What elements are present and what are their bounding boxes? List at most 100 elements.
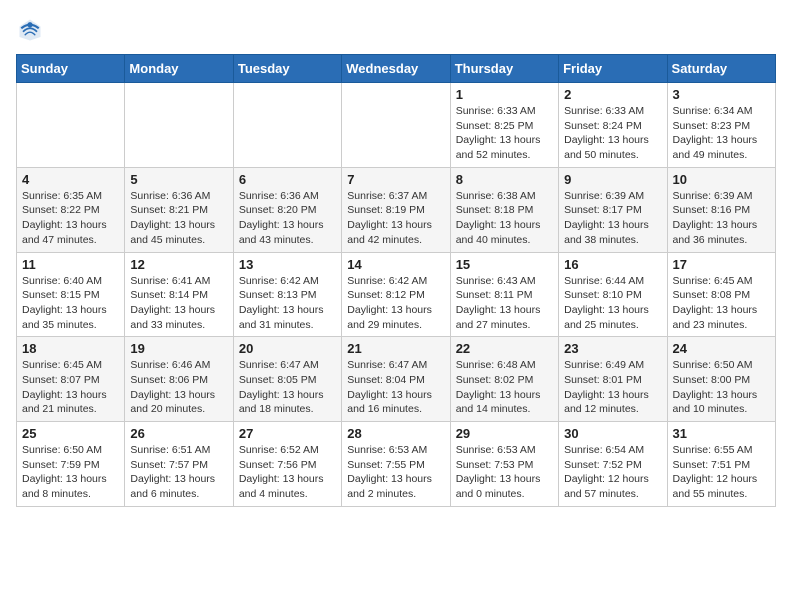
calendar-cell: 3 Sunrise: 6:34 AM Sunset: 8:23 PM Daylig… [667,83,775,168]
calendar-body: 1 Sunrise: 6:33 AM Sunset: 8:25 PM Daylig… [17,83,776,507]
calendar-cell: 10Sunrise: 6:39 AM Sunset: 8:16 PM Dayli… [667,167,775,252]
page-header [16,16,776,44]
calendar-cell: 15Sunrise: 6:43 AM Sunset: 8:11 PM Dayli… [450,252,558,337]
calendar-cell: 18Sunrise: 6:45 AM Sunset: 8:07 PM Dayli… [17,337,125,422]
day-detail: Sunrise: 6:33 AM Sunset: 8:24 PM Dayligh… [564,104,661,163]
day-detail: Sunrise: 6:42 AM Sunset: 8:12 PM Dayligh… [347,274,444,333]
day-number: 24 [673,341,770,356]
calendar-cell: 16 Sunrise: 6:44 AM Sunset: 8:10 PM Dayli… [559,252,667,337]
day-number: 5 [130,172,227,187]
calendar-cell: 28 Sunrise: 6:53 AM Sunset: 7:55 PM Dayli… [342,422,450,507]
calendar-cell: 14 Sunrise: 6:42 AM Sunset: 8:12 PM Dayli… [342,252,450,337]
day-number: 23 [564,341,661,356]
day-detail: Sunrise: 6:52 AM Sunset: 7:56 PM Dayligh… [239,443,336,502]
weekday-row: SundayMondayTuesdayWednesdayThursdayFrid… [17,55,776,83]
day-detail: Sunrise: 6:36 AM Sunset: 8:21 PM Dayligh… [130,189,227,248]
calendar-cell: 2 Sunrise: 6:33 AM Sunset: 8:24 PM Daylig… [559,83,667,168]
day-detail: Sunrise: 6:55 AM Sunset: 7:51 PM Dayligh… [673,443,770,502]
day-detail: Sunrise: 6:48 AM Sunset: 8:02 PM Dayligh… [456,358,553,417]
day-number: 10 [673,172,770,187]
calendar-week-1: 1 Sunrise: 6:33 AM Sunset: 8:25 PM Daylig… [17,83,776,168]
day-number: 9 [564,172,661,187]
day-detail: Sunrise: 6:39 AM Sunset: 8:17 PM Dayligh… [564,189,661,248]
day-number: 20 [239,341,336,356]
calendar-cell: 11 Sunrise: 6:40 AM Sunset: 8:15 PM Dayli… [17,252,125,337]
weekday-header-monday: Monday [125,55,233,83]
weekday-header-tuesday: Tuesday [233,55,341,83]
calendar-cell: 22 Sunrise: 6:48 AM Sunset: 8:02 PM Dayli… [450,337,558,422]
day-number: 21 [347,341,444,356]
calendar-header: SundayMondayTuesdayWednesdayThursdayFrid… [17,55,776,83]
calendar-cell [342,83,450,168]
day-number: 13 [239,257,336,272]
day-number: 12 [130,257,227,272]
calendar-cell: 23Sunrise: 6:49 AM Sunset: 8:01 PM Dayli… [559,337,667,422]
logo [16,16,48,44]
day-detail: Sunrise: 6:44 AM Sunset: 8:10 PM Dayligh… [564,274,661,333]
calendar-cell: 7Sunrise: 6:37 AM Sunset: 8:19 PM Daylig… [342,167,450,252]
day-number: 19 [130,341,227,356]
calendar-cell: 19Sunrise: 6:46 AM Sunset: 8:06 PM Dayli… [125,337,233,422]
day-detail: Sunrise: 6:50 AM Sunset: 8:00 PM Dayligh… [673,358,770,417]
day-number: 15 [456,257,553,272]
day-detail: Sunrise: 6:53 AM Sunset: 7:55 PM Dayligh… [347,443,444,502]
day-number: 2 [564,87,661,102]
day-number: 4 [22,172,119,187]
day-number: 8 [456,172,553,187]
day-number: 14 [347,257,444,272]
calendar-cell: 29 Sunrise: 6:53 AM Sunset: 7:53 PM Dayli… [450,422,558,507]
day-detail: Sunrise: 6:53 AM Sunset: 7:53 PM Dayligh… [456,443,553,502]
day-detail: Sunrise: 6:50 AM Sunset: 7:59 PM Dayligh… [22,443,119,502]
calendar-cell: 8 Sunrise: 6:38 AM Sunset: 8:18 PM Daylig… [450,167,558,252]
calendar-cell: 12 Sunrise: 6:41 AM Sunset: 8:14 PM Dayli… [125,252,233,337]
day-detail: Sunrise: 6:54 AM Sunset: 7:52 PM Dayligh… [564,443,661,502]
calendar-cell: 1 Sunrise: 6:33 AM Sunset: 8:25 PM Daylig… [450,83,558,168]
calendar-cell [125,83,233,168]
day-number: 17 [673,257,770,272]
day-number: 22 [456,341,553,356]
calendar-cell: 6 Sunrise: 6:36 AM Sunset: 8:20 PM Daylig… [233,167,341,252]
day-detail: Sunrise: 6:41 AM Sunset: 8:14 PM Dayligh… [130,274,227,333]
calendar-table: SundayMondayTuesdayWednesdayThursdayFrid… [16,54,776,507]
calendar-cell: 20Sunrise: 6:47 AM Sunset: 8:05 PM Dayli… [233,337,341,422]
day-number: 26 [130,426,227,441]
day-detail: Sunrise: 6:38 AM Sunset: 8:18 PM Dayligh… [456,189,553,248]
weekday-header-sunday: Sunday [17,55,125,83]
day-number: 30 [564,426,661,441]
day-number: 28 [347,426,444,441]
weekday-header-thursday: Thursday [450,55,558,83]
calendar-cell [233,83,341,168]
day-number: 25 [22,426,119,441]
calendar-cell: 27Sunrise: 6:52 AM Sunset: 7:56 PM Dayli… [233,422,341,507]
day-detail: Sunrise: 6:45 AM Sunset: 8:08 PM Dayligh… [673,274,770,333]
calendar-cell: 4 Sunrise: 6:35 AM Sunset: 8:22 PM Daylig… [17,167,125,252]
day-number: 6 [239,172,336,187]
calendar-cell: 13Sunrise: 6:42 AM Sunset: 8:13 PM Dayli… [233,252,341,337]
day-detail: Sunrise: 6:47 AM Sunset: 8:04 PM Dayligh… [347,358,444,417]
calendar-cell [17,83,125,168]
day-number: 29 [456,426,553,441]
day-detail: Sunrise: 6:36 AM Sunset: 8:20 PM Dayligh… [239,189,336,248]
calendar-cell: 26 Sunrise: 6:51 AM Sunset: 7:57 PM Dayli… [125,422,233,507]
day-detail: Sunrise: 6:40 AM Sunset: 8:15 PM Dayligh… [22,274,119,333]
day-detail: Sunrise: 6:33 AM Sunset: 8:25 PM Dayligh… [456,104,553,163]
calendar-cell: 24 Sunrise: 6:50 AM Sunset: 8:00 PM Dayli… [667,337,775,422]
day-number: 1 [456,87,553,102]
calendar-cell: 17 Sunrise: 6:45 AM Sunset: 8:08 PM Dayli… [667,252,775,337]
day-detail: Sunrise: 6:51 AM Sunset: 7:57 PM Dayligh… [130,443,227,502]
calendar-cell: 21 Sunrise: 6:47 AM Sunset: 8:04 PM Dayli… [342,337,450,422]
day-detail: Sunrise: 6:35 AM Sunset: 8:22 PM Dayligh… [22,189,119,248]
day-number: 3 [673,87,770,102]
weekday-header-wednesday: Wednesday [342,55,450,83]
calendar-cell: 5 Sunrise: 6:36 AM Sunset: 8:21 PM Daylig… [125,167,233,252]
calendar-cell: 31 Sunrise: 6:55 AM Sunset: 7:51 PM Dayli… [667,422,775,507]
day-number: 16 [564,257,661,272]
calendar-cell: 9 Sunrise: 6:39 AM Sunset: 8:17 PM Daylig… [559,167,667,252]
day-number: 18 [22,341,119,356]
day-detail: Sunrise: 6:37 AM Sunset: 8:19 PM Dayligh… [347,189,444,248]
day-number: 11 [22,257,119,272]
day-detail: Sunrise: 6:34 AM Sunset: 8:23 PM Dayligh… [673,104,770,163]
calendar-cell: 25 Sunrise: 6:50 AM Sunset: 7:59 PM Dayli… [17,422,125,507]
day-number: 31 [673,426,770,441]
calendar-week-2: 4 Sunrise: 6:35 AM Sunset: 8:22 PM Daylig… [17,167,776,252]
